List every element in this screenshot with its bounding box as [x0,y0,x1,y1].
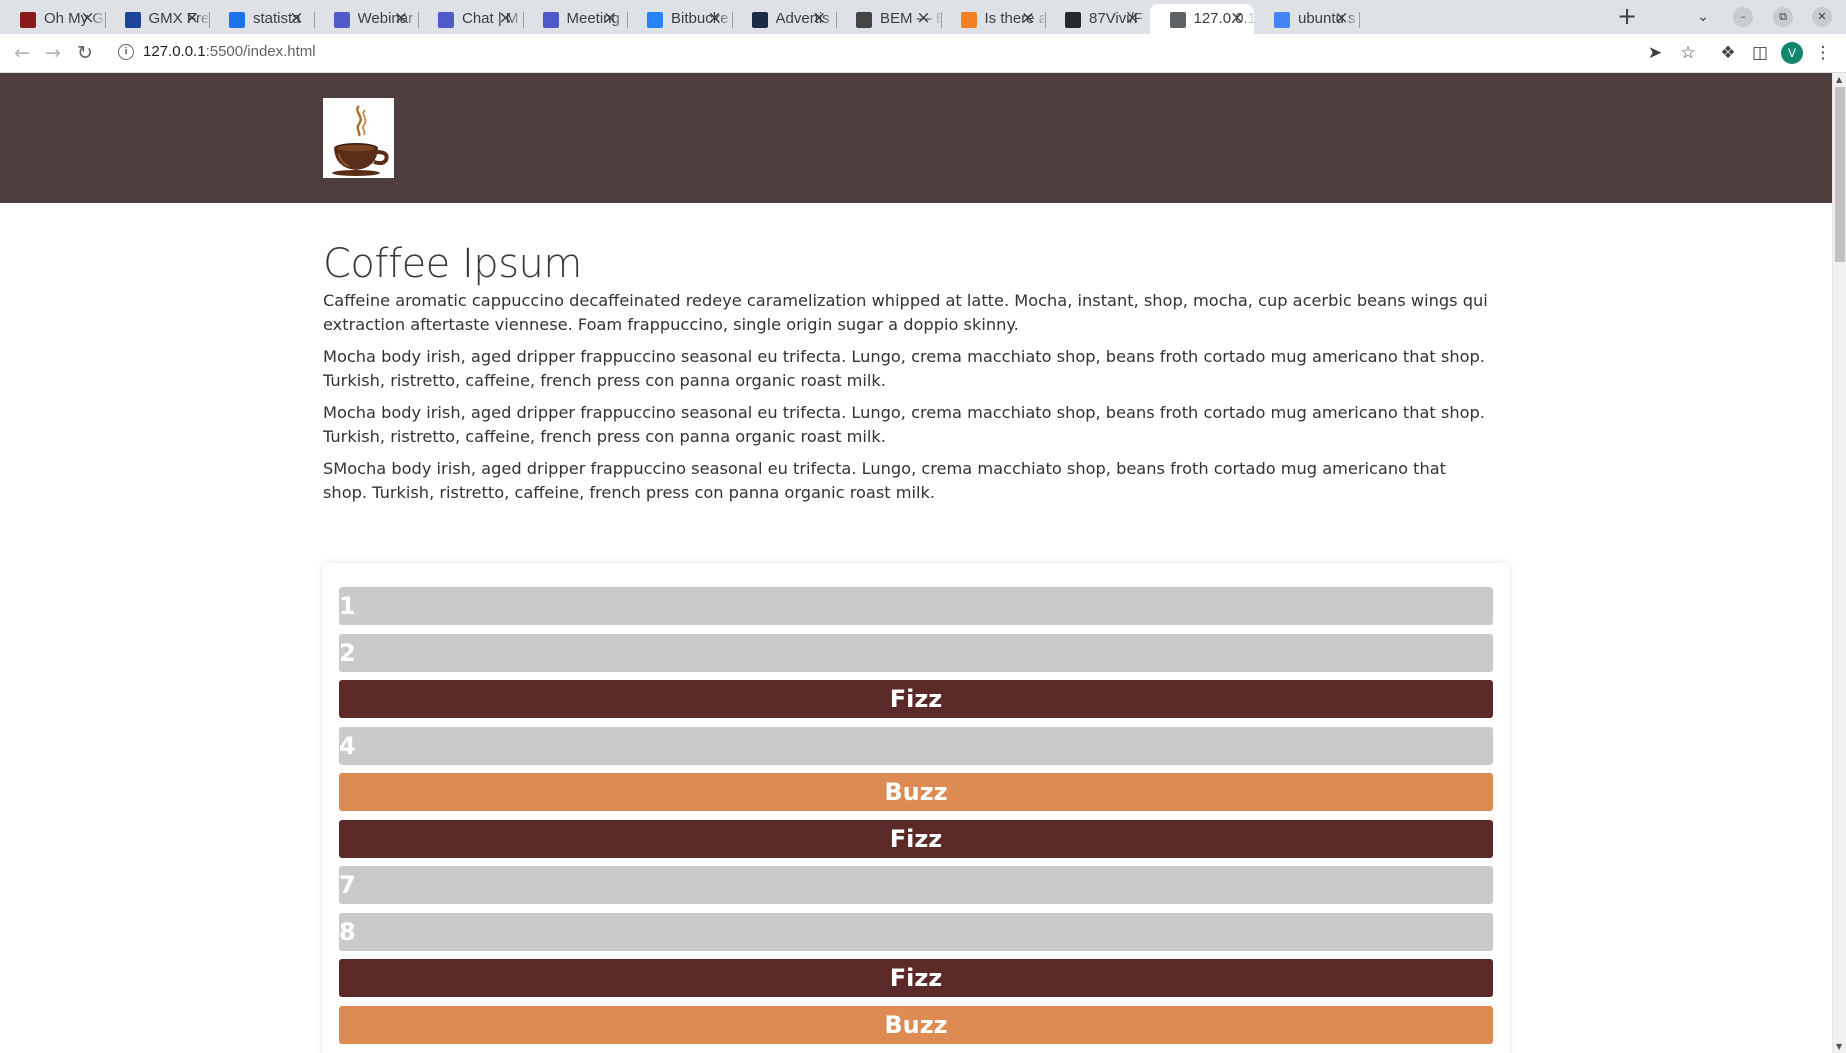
tab-title: Oh My G [44,10,105,27]
tab-close-icon[interactable]: × [183,8,201,28]
tab-title: Is there a [984,10,1047,27]
url-host: 127.0.0.1 [143,43,206,60]
tab-close-icon[interactable]: × [497,8,515,28]
tab-search-chevron-icon[interactable]: ⌄ [1692,6,1714,28]
scroll-up-arrow-icon[interactable]: ▲ [1836,75,1842,84]
tab-close-icon[interactable]: × [601,8,619,28]
coffee-cup-logo[interactable] [323,98,394,178]
browser-tab[interactable]: GMX Fre × [105,4,210,34]
paragraph-2: Mocha body irish, aged dripper frappucci… [323,347,1485,390]
side-panel-icon[interactable]: ◫ [1749,42,1771,64]
bookmark-star-icon[interactable]: ☆ [1677,42,1699,64]
tab-favicon-icon [20,12,36,28]
site-info-icon[interactable]: i [118,44,134,60]
tab-title: 127.0.0.1 [1193,10,1256,27]
browser-tab[interactable]: 87Vivi/F × [1045,4,1150,34]
tab-close-icon[interactable]: × [1228,8,1246,28]
tab-close-icon[interactable]: × [392,8,410,28]
address-bar[interactable]: 127.0.0.1:5500/index.html [143,43,316,60]
fizzbuzz-item-num: 4 [339,726,1493,765]
tab-favicon-icon [647,12,663,28]
tab-favicon-icon [1169,12,1186,28]
browser-tab[interactable]: 127.0.0.1 × [1149,4,1256,34]
tab-close-icon[interactable]: × [288,8,306,28]
browser-tab[interactable]: Oh My G × [0,4,106,34]
tab-separator [1358,12,1360,28]
profile-avatar[interactable]: V [1781,42,1803,64]
tab-title: Webinar [357,10,414,27]
tab-title: statista [253,10,301,27]
reload-icon[interactable]: ↻ [73,41,97,65]
new-tab-button[interactable]: + [1614,4,1640,30]
forward-arrow-icon[interactable]: → [41,41,65,65]
close-window-icon[interactable]: ✕ [1812,7,1832,27]
page-title: Coffee Ipsum [323,241,582,287]
tab-favicon-icon [438,12,454,28]
paragraph-4: SMocha body irish, aged dripper frappucc… [323,459,1447,502]
browser-tab[interactable]: ubuntu s × [1254,4,1360,34]
tab-favicon-icon [856,12,872,28]
tab-favicon-icon [124,12,141,28]
tab-favicon-icon [1274,12,1290,28]
tab-title: Bitbucke [671,10,729,27]
fizzbuzz-item-fizz: Fizz [339,680,1493,718]
tab-close-icon[interactable]: × [1124,8,1142,28]
tab-favicon-icon [333,12,350,28]
fizzbuzz-item-fizz: Fizz [339,819,1493,858]
url-path: :5500/index.html [205,43,316,60]
browser-tab[interactable]: Advertis × [732,4,837,34]
page-viewport: Coffee Ipsum Caffeine aromatic cappuccin… [0,73,1832,1053]
fizzbuzz-item-num: 7 [339,866,1493,904]
fizzbuzz-item-num: 1 [339,587,1493,625]
tab-close-icon[interactable]: × [915,8,933,28]
tab-title: ubuntu s [1298,10,1356,27]
paragraph-3: Mocha body irish, aged dripper frappucci… [323,403,1485,446]
menu-kebab-icon[interactable]: ⋮ [1812,42,1834,64]
coffee-cup-icon [332,105,389,176]
tab-title: 87Vivi/F [1089,10,1143,27]
extensions-puzzle-icon[interactable]: ❖ [1717,42,1739,64]
fizzbuzz-item-num: 8 [339,912,1493,951]
browser-tab[interactable]: Chat | M × [418,4,524,34]
fizzbuzz-item-num: 2 [339,633,1493,672]
fizzbuzz-item-fizz: Fizz [339,959,1493,997]
tab-close-icon[interactable]: × [1333,8,1351,28]
minimize-icon[interactable]: – [1733,7,1753,27]
restore-icon[interactable]: ⧉ [1773,7,1793,27]
tab-favicon-icon [751,12,768,28]
tab-strip: Oh My G × GMX Fre × statista × Webinar × Chat | … [0,0,1846,34]
tab-title: Chat | M [462,10,519,27]
scroll-down-arrow-icon[interactable]: ▼ [1836,1042,1842,1051]
tab-close-icon[interactable]: × [79,8,97,28]
tab-favicon-icon [960,12,977,28]
tab-title: GMX Fre [148,10,210,27]
paragraph-1: Caffeine aromatic cappuccino decaffeinat… [323,291,1488,334]
site-header [0,73,1832,203]
browser-toolbar: ← → ↻ i 127.0.0.1:5500/index.html ➤ ☆ ❖ … [0,34,1846,73]
browser-tab[interactable]: Meeting × [523,4,628,34]
browser-tab[interactable]: statista × [209,4,315,34]
tab-close-icon[interactable]: × [810,8,828,28]
page-scrollbar[interactable]: ▲ ▼ [1832,73,1846,1053]
tab-title: Advertis [775,10,830,27]
tab-favicon-icon [542,12,559,28]
browser-tab[interactable]: Bitbucke × [627,4,733,34]
scrollbar-thumb[interactable] [1835,87,1845,262]
tab-close-icon[interactable]: × [1019,8,1037,28]
fizzbuzz-item-buzz: Buzz [339,1005,1493,1044]
back-arrow-icon[interactable]: ← [10,41,34,65]
browser-tab[interactable]: Is there a × [941,4,1047,34]
tab-title: BEM — B [880,10,942,27]
send-tab-icon[interactable]: ➤ [1644,42,1666,64]
tab-title: Meeting [566,10,620,27]
browser-tab[interactable]: BEM — B × [836,4,942,34]
tab-favicon-icon [1065,12,1081,28]
tab-favicon-icon [229,12,245,28]
fizzbuzz-item-buzz: Buzz [339,773,1493,811]
browser-tab[interactable]: Webinar × [314,4,419,34]
tab-close-icon[interactable]: × [706,8,724,28]
fizzbuzz-panel: 1 2 Fizz 4 Buzz Fizz 7 8 Fizz Buzz [323,563,1509,1053]
